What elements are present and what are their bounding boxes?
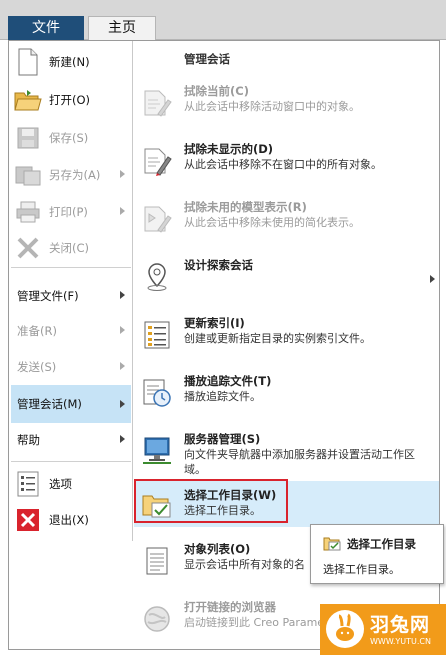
menu-item-help[interactable]: 帮助 <box>11 423 131 457</box>
menu-item-label: 发送(S) <box>17 360 57 374</box>
tab-file[interactable]: 文件 <box>8 16 84 40</box>
submenu-item-title: 打开链接的浏览器 <box>184 600 276 614</box>
tooltip: 选择工作目录 选择工作目录。 <box>310 524 444 584</box>
submenu-item-title: 服务器管理(S) <box>184 432 261 446</box>
erase-current-icon <box>140 85 174 121</box>
menu-item-label: 保存(S) <box>49 131 89 145</box>
menu-item-options[interactable]: 选项 <box>11 467 131 501</box>
annotation-highlight-box <box>134 479 288 523</box>
submenu-item-desc: 播放追踪文件。 <box>184 390 261 403</box>
menu-item-send: 发送(S) <box>11 350 131 384</box>
submenu-item-desc: 从此会话中移除不在窗口中的所有对象。 <box>184 158 382 171</box>
chevron-right-icon <box>120 326 125 334</box>
submenu-header: 管理会话 <box>184 52 230 66</box>
watermark-text: 羽兔网 <box>370 614 431 636</box>
working-directory-icon <box>323 535 341 551</box>
menu-item-manage-file[interactable]: 管理文件(F) <box>11 279 131 313</box>
menu-divider <box>11 461 131 462</box>
close-x-icon <box>11 231 45 265</box>
menu-item-label: 管理会话(M) <box>17 397 82 411</box>
menu-item-label: 选项 <box>49 477 72 491</box>
submenu-item-design-exploration[interactable]: 设计探索会话 <box>134 251 439 307</box>
erase-unused-reps-icon <box>140 201 174 237</box>
submenu-item-desc: 向文件夹导航器中添加服务器并设置活动工作区域。 <box>184 448 415 476</box>
print-icon <box>11 195 45 229</box>
submenu-item-title: 更新索引(I) <box>184 316 245 330</box>
menu-item-label: 关闭(C) <box>49 241 90 255</box>
save-icon <box>11 121 45 155</box>
chevron-right-icon <box>120 435 125 443</box>
submenu-item-desc: 从此会话中移除未使用的简化表示。 <box>184 216 360 229</box>
menu-item-label: 准备(R) <box>17 324 57 338</box>
submenu-item-desc: 从此会话中移除活动窗口中的对象。 <box>184 100 360 113</box>
location-pin-icon <box>140 259 174 295</box>
menu-item-new[interactable]: 新建(N) <box>11 45 131 79</box>
menu-item-label: 帮助 <box>17 433 40 447</box>
submenu-item-erase-not-displayed[interactable]: 拭除未显示的(D) 从此会话中移除不在窗口中的所有对象。 <box>134 135 439 191</box>
tooltip-desc: 选择工作目录。 <box>323 563 400 576</box>
submenu-item-erase-unused-reps: 拭除未用的模型表示(R) 从此会话中移除未使用的简化表示。 <box>134 193 439 249</box>
erase-not-displayed-icon <box>140 143 174 179</box>
object-list-icon <box>140 543 174 579</box>
watermark-url: WWW.YUTU.CN <box>370 637 431 646</box>
submenu-item-server-management[interactable]: 服务器管理(S) 向文件夹导航器中添加服务器并设置活动工作区域。 <box>134 425 439 485</box>
save-as-icon <box>11 158 45 192</box>
menu-item-print: 打印(P) <box>11 195 131 229</box>
browser-globe-icon <box>140 601 174 637</box>
submenu-item-title: 拭除未用的模型表示(R) <box>184 200 307 214</box>
options-list-icon <box>11 467 45 501</box>
menu-item-label: 打印(P) <box>49 205 88 219</box>
menu-item-open[interactable]: 打开(O) <box>11 83 131 117</box>
menu-item-save: 保存(S) <box>11 121 131 155</box>
submenu-item-title: 拭除当前(C) <box>184 84 249 98</box>
new-document-icon <box>11 45 45 79</box>
submenu-item-title: 拭除未显示的(D) <box>184 142 274 156</box>
play-trail-icon <box>140 375 174 411</box>
submenu-item-play-trail[interactable]: 播放追踪文件(T) 播放追踪文件。 <box>134 367 439 423</box>
chevron-right-icon <box>120 400 125 408</box>
server-monitor-icon <box>140 433 174 469</box>
submenu-item-title: 设计探索会话 <box>184 258 253 272</box>
menu-item-label: 另存为(A) <box>49 168 101 182</box>
chevron-right-icon <box>120 207 125 215</box>
chevron-right-icon <box>120 170 125 178</box>
menu-item-prepare: 准备(R) <box>11 314 131 348</box>
menu-divider <box>11 267 131 268</box>
submenu-item-title: 播放追踪文件(T) <box>184 374 272 388</box>
menu-item-label: 退出(X) <box>49 513 89 527</box>
menu-item-save-as: 另存为(A) <box>11 158 131 192</box>
menu-item-exit[interactable]: 退出(X) <box>11 503 131 537</box>
menu-item-label: 管理文件(F) <box>17 289 79 303</box>
chevron-right-icon <box>120 362 125 370</box>
index-list-icon <box>140 317 174 353</box>
menu-item-manage-session[interactable]: 管理会话(M) <box>11 385 131 423</box>
menu-item-label: 打开(O) <box>49 93 91 107</box>
open-folder-icon <box>11 83 45 117</box>
watermark-logo: 羽兔网 WWW.YUTU.CN <box>320 604 446 655</box>
tooltip-title: 选择工作目录 <box>347 537 416 551</box>
chevron-right-icon <box>120 291 125 299</box>
menu-item-close: 关闭(C) <box>11 231 131 265</box>
tab-home[interactable]: 主页 <box>88 16 156 40</box>
submenu-item-desc: 创建或更新指定目录的实例索引文件。 <box>184 332 371 345</box>
menu-item-label: 新建(N) <box>49 55 90 69</box>
submenu-item-title: 对象列表(O) <box>184 542 251 556</box>
submenu-item-erase-current: 拭除当前(C) 从此会话中移除活动窗口中的对象。 <box>134 77 439 133</box>
file-menu-left-pane: 新建(N) 打开(O) 保存(S) 另存为(A) 打印(P) 关闭(C) 管理文… <box>9 41 133 541</box>
exit-icon <box>11 503 45 537</box>
ribbon-bar: 文件 主页 <box>0 0 446 40</box>
chevron-right-icon <box>430 275 435 283</box>
rabbit-logo-icon <box>326 610 364 648</box>
submenu-item-update-index[interactable]: 更新索引(I) 创建或更新指定目录的实例索引文件。 <box>134 309 439 365</box>
